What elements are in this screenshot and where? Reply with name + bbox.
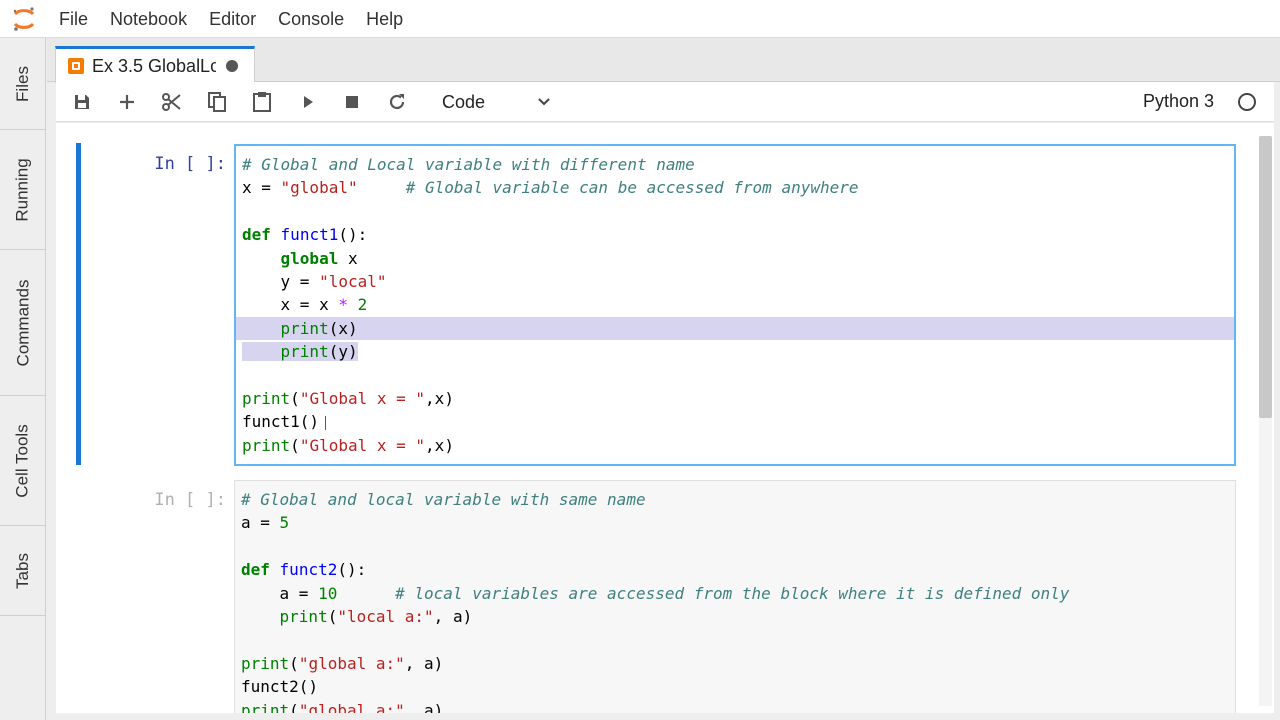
menu-bar: File Notebook Editor Console Help — [0, 0, 1280, 38]
save-icon — [75, 95, 89, 109]
code-line: funct2() — [241, 677, 319, 697]
paste-button[interactable] — [250, 90, 274, 114]
code-cell[interactable]: In [ ]: # Global and Local variable with… — [56, 143, 1256, 467]
save-button[interactable] — [70, 90, 94, 114]
code-line: print("global a:", a) — [241, 700, 444, 713]
jupyter-logo-icon[interactable] — [0, 0, 48, 38]
chevron-down-icon — [538, 98, 550, 106]
menu-console[interactable]: Console — [267, 0, 355, 38]
code-line: a = 5 — [241, 513, 290, 533]
notebook-panel: In [ ]: # Global and Local variable with… — [56, 123, 1274, 713]
code-line: y = "local" — [242, 271, 387, 291]
code-line: print("Global x = ",x) — [242, 435, 454, 455]
copy-icon — [208, 92, 226, 112]
menu-help[interactable]: Help — [355, 0, 414, 38]
run-cell-button[interactable] — [296, 90, 320, 114]
interrupt-kernel-button[interactable] — [340, 90, 364, 114]
notebook-toolbar: Code Python 3 — [56, 82, 1274, 122]
scrollbar-thumb[interactable] — [1259, 136, 1272, 418]
cell-type-select[interactable]: Code — [442, 90, 552, 114]
cell-type-value: Code — [442, 91, 486, 112]
active-cell-indicator — [76, 143, 81, 465]
unsaved-indicator-icon[interactable] — [226, 60, 238, 72]
scissors-icon — [162, 93, 181, 111]
menu-file[interactable]: File — [48, 0, 99, 38]
code-line: x = "global" # Global variable can be ac… — [242, 178, 859, 198]
restart-icon — [389, 94, 405, 110]
cell-prompt: In [ ]: — [154, 490, 226, 510]
code-line: # Global and local variable with same na… — [241, 490, 646, 509]
code-line: print("Global x = ",x) — [242, 388, 454, 408]
notebook-tab[interactable]: Ex 3.5 GlobalLc — [55, 46, 255, 83]
sidebar-tab-tabs[interactable]: Tabs — [0, 526, 46, 616]
plus-icon — [120, 95, 134, 109]
code-cell[interactable]: In [ ]: # Global and local variable with… — [56, 480, 1256, 713]
code-line: funct1() — [236, 410, 1234, 433]
jupyterlab-window: File Notebook Editor Console Help Files … — [0, 0, 1280, 720]
code-line: print("local a:", a) — [279, 606, 473, 626]
code-line: a = 10 # local variables are accessed fr… — [241, 583, 1070, 603]
sidebar-tab-label: Running — [13, 157, 33, 222]
clipboard-icon — [253, 92, 271, 112]
code-line: def funct1(): — [242, 225, 368, 245]
sidebar-tab-files[interactable]: Files — [0, 38, 46, 130]
notebook-tab-label: Ex 3.5 GlobalLc — [92, 55, 216, 76]
document-tab-bar: Ex 3.5 GlobalLc — [47, 38, 1280, 83]
text-cursor — [325, 415, 327, 430]
menu-editor[interactable]: Editor — [198, 0, 267, 38]
cut-button[interactable] — [160, 90, 184, 114]
selected-code-line: print(y) — [236, 340, 1234, 363]
sidebar-tab-running[interactable]: Running — [0, 130, 46, 250]
sidebar-tab-label: Cell Tools — [13, 423, 33, 498]
sidebar-tab-commands[interactable]: Commands — [0, 250, 46, 396]
sidebar-tab-label: Files — [13, 65, 32, 102]
code-line: def funct2(): — [241, 560, 367, 580]
insert-cell-button[interactable] — [115, 90, 139, 114]
selected-code-line: print(x) — [236, 316, 1234, 341]
kernel-status-icon — [1238, 93, 1256, 111]
play-icon — [304, 96, 313, 108]
code-line: x = x * 2 — [242, 295, 368, 315]
left-sidebar: Files Running Commands Cell Tools Tabs — [0, 38, 46, 720]
kernel-name[interactable]: Python 3 — [1143, 91, 1214, 112]
cell-editor[interactable]: # Global and local variable with same na… — [234, 480, 1236, 713]
cell-editor[interactable]: # Global and Local variable with differe… — [234, 144, 1236, 466]
code-line: print("global a:", a) — [241, 653, 444, 673]
notebook-icon — [68, 58, 84, 74]
menu-notebook[interactable]: Notebook — [99, 0, 198, 38]
sidebar-tab-label: Commands — [13, 279, 33, 366]
sidebar-tab-label: Tabs — [12, 552, 32, 589]
code-line: global x — [280, 248, 358, 268]
stop-icon — [346, 96, 358, 108]
copy-button[interactable] — [205, 90, 229, 114]
sidebar-tab-cell-tools[interactable]: Cell Tools — [0, 396, 46, 526]
cell-prompt: In [ ]: — [154, 154, 226, 174]
restart-kernel-button[interactable] — [385, 90, 409, 114]
code-line: # Global and Local variable with differe… — [242, 155, 695, 174]
